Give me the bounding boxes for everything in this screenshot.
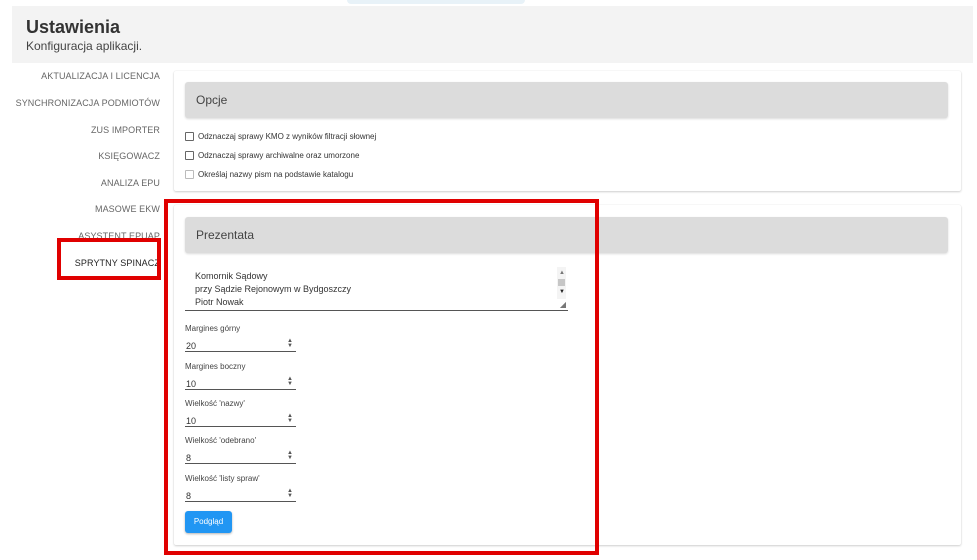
- sidebar-item-sprytny-spinacz[interactable]: SPRYTNY SPINACZ: [12, 258, 160, 268]
- sidebar-item-zus-importer[interactable]: ZUS IMPORTER: [12, 125, 160, 135]
- sidebar-item-masowe-ekw[interactable]: MASOWE EKW: [12, 204, 160, 214]
- scroll-thumb[interactable]: [558, 279, 565, 286]
- field-label: Wielkość 'nazwy': [185, 399, 245, 408]
- page-title: Ustawienia: [26, 17, 121, 37]
- wielkosc-nazwy-input[interactable]: 10 ▲ ▼: [185, 411, 296, 427]
- textarea-line: przy Sądzie Rejonowym w Bydgoszczy: [195, 284, 352, 294]
- field-value: 8: [186, 491, 192, 501]
- opcje-card: Opcje Odznaczaj sprawy KMO z wyników fil…: [174, 71, 961, 191]
- resize-grip-icon[interactable]: ◢: [560, 300, 566, 309]
- tab-indicator: [347, 0, 525, 4]
- spinner-icon[interactable]: ▲ ▼: [287, 413, 293, 424]
- prezentata-card-title: Prezentata: [196, 228, 255, 242]
- field-value: 10: [186, 379, 197, 389]
- sidebar-item-asystent-epuap[interactable]: ASYSTENT EPUAP: [12, 231, 160, 241]
- checkbox-box[interactable]: [185, 170, 194, 179]
- margines-gorny-input[interactable]: 20 ▲ ▼: [185, 336, 296, 352]
- page-subtitle: Konfiguracja aplikacji.: [26, 39, 143, 53]
- top-strip: [0, 0, 977, 5]
- checkbox-label: Odznaczaj sprawy archiwalne oraz umorzon…: [198, 151, 360, 160]
- spinner-icon[interactable]: ▲ ▼: [287, 338, 293, 349]
- field-label: Wielkość 'odebrano': [185, 436, 257, 445]
- field-value: 8: [186, 453, 192, 463]
- textarea-line: Piotr Nowak: [195, 297, 244, 307]
- checkbox-label: Odznaczaj sprawy KMO z wyników filtracji…: [198, 132, 377, 141]
- field-value: 20: [186, 341, 197, 351]
- scroll-up-icon[interactable]: ▲: [559, 270, 565, 276]
- sidebar-item-ksiegowacz[interactable]: KSIĘGOWACZ: [12, 151, 160, 161]
- field-label: Margines boczny: [185, 362, 246, 371]
- sidebar-item-aktualizacja[interactable]: AKTUALIZACJA I LICENCJA: [12, 71, 160, 81]
- prezentata-card-header: Prezentata: [185, 217, 948, 253]
- prezentata-textarea[interactable]: Komornik Sądowy przy Sądzie Rejonowym w …: [185, 265, 568, 311]
- checkbox-box[interactable]: [185, 151, 194, 160]
- checkbox-box[interactable]: [185, 132, 194, 141]
- page-header: Ustawienia Konfiguracja aplikacji.: [12, 6, 973, 63]
- sidebar-item-analiza-epu[interactable]: ANALIZA EPU: [12, 178, 160, 188]
- field-label: Margines górny: [185, 324, 241, 333]
- spinner-icon[interactable]: ▲ ▼: [287, 488, 293, 499]
- margines-boczny-input[interactable]: 10 ▲ ▼: [185, 374, 296, 390]
- wielkosc-odebrano-input[interactable]: 8 ▲ ▼: [185, 448, 296, 464]
- field-value: 10: [186, 416, 197, 426]
- opcje-card-title: Opcje: [196, 93, 228, 107]
- opcje-card-header: Opcje: [185, 82, 948, 118]
- textarea-line: Komornik Sądowy: [195, 271, 268, 281]
- spinner-icon[interactable]: ▲ ▼: [287, 450, 293, 461]
- checkbox-label: Określaj nazwy pism na podstawie katalog…: [198, 170, 354, 179]
- field-label: Wielkość 'listy spraw': [185, 474, 260, 483]
- scroll-down-icon[interactable]: ▼: [559, 289, 565, 295]
- textarea-scrollbar[interactable]: ▲ ▼: [557, 267, 566, 299]
- sidebar-item-synchronizacja[interactable]: SYNCHRONIZACJA PODMIOTÓW: [12, 98, 160, 108]
- spinner-icon[interactable]: ▲ ▼: [287, 376, 293, 387]
- preview-button[interactable]: Podgląd: [185, 511, 232, 533]
- wielkosc-listy-spraw-input[interactable]: 8 ▲ ▼: [185, 486, 296, 502]
